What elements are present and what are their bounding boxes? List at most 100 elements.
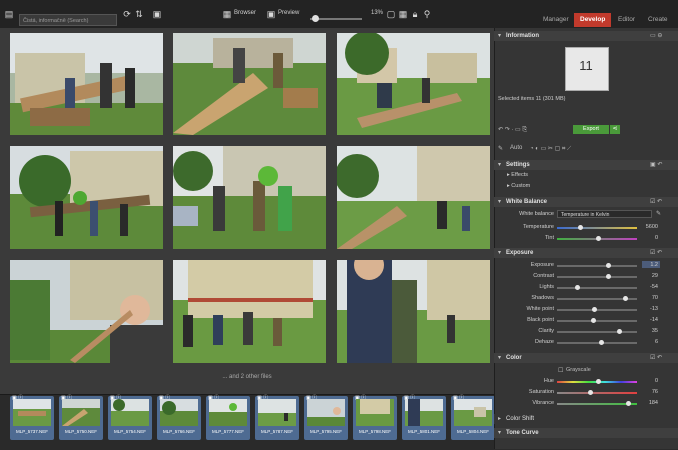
tab-manager[interactable]: Manager [537, 13, 575, 27]
filmstrip-filename: MLP_5798.NEF [358, 429, 392, 434]
filmstrip-item[interactable]: ▣ ⓘ MLP_5777.NEF [206, 395, 250, 440]
fit-icon[interactable]: ▢ [386, 9, 396, 19]
collapse-icon[interactable]: ▾ [498, 429, 501, 436]
tab-editor[interactable]: Editor [612, 13, 641, 27]
dehaze-knob[interactable] [599, 340, 604, 345]
tint-knob[interactable] [596, 236, 601, 241]
reset-icon[interactable]: ☑ ↶ [650, 198, 662, 205]
dehaze-value[interactable]: 6 [640, 339, 658, 345]
filmstrip-item[interactable]: ▣ ⓘ MLP_5766.NEF [157, 395, 201, 440]
grid-view-icon[interactable]: ▦ [398, 9, 408, 19]
hue-knob[interactable] [596, 379, 601, 384]
exposure-knob[interactable] [606, 263, 611, 268]
compare-icon[interactable]: ⚲ [422, 9, 432, 19]
eyedropper-icon[interactable]: ✎ [656, 210, 661, 217]
browser-button[interactable]: Browser [234, 10, 256, 16]
lock-icon[interactable]: 🔒︎ [410, 9, 420, 19]
photo-thumb-7[interactable] [10, 260, 163, 363]
contrast-value[interactable]: 29 [640, 273, 658, 279]
export-button[interactable]: Export [573, 125, 609, 134]
white-point-knob[interactable] [592, 307, 597, 312]
photo-thumb-5[interactable] [173, 146, 326, 249]
temperature-value[interactable]: 5600 [640, 224, 658, 230]
collapse-icon[interactable]: ▾ [498, 32, 501, 39]
saturation-value[interactable]: 76 [640, 389, 658, 395]
photo-thumb-2[interactable] [173, 33, 326, 135]
black-point-slider[interactable] [557, 320, 637, 322]
settings-effects[interactable]: ▸ Effects [507, 172, 528, 178]
settings-custom[interactable]: ▸ Custom [507, 183, 530, 189]
shadows-knob[interactable] [623, 296, 628, 301]
contrast-slider[interactable] [557, 276, 637, 278]
lights-knob[interactable] [575, 285, 580, 290]
vibrance-knob[interactable] [626, 401, 631, 406]
exposure-value[interactable]: 1.2 [640, 262, 658, 268]
contrast-knob[interactable] [606, 274, 611, 279]
browser-icon[interactable]: ▦ [222, 9, 232, 19]
filmstrip-item[interactable]: ▣ ⓘ MLP_5795.NEF [304, 395, 348, 440]
collapse-icon[interactable]: ▾ [498, 354, 501, 361]
refresh-icon[interactable]: ⟳ [122, 9, 132, 19]
section-color-shift[interactable]: Color Shift [494, 414, 678, 424]
share-icon[interactable]: ⋖ [610, 125, 620, 134]
clarity-knob[interactable] [617, 329, 622, 334]
photo-thumb-9[interactable] [337, 260, 490, 363]
photo-thumb-3[interactable] [337, 33, 490, 135]
section-tone-curve[interactable]: Tone Curve [494, 428, 678, 438]
photo-thumb-4[interactable] [10, 146, 163, 249]
filmstrip-item[interactable]: ▣ ⓘ MLP_5798.NEF [353, 395, 397, 440]
preview-icon[interactable]: ▣ [266, 9, 276, 19]
hue-value[interactable]: 0 [640, 378, 658, 384]
grayscale-checkbox[interactable]: ☐ [558, 367, 563, 374]
white-point-value[interactable]: -13 [640, 306, 658, 312]
auto-button[interactable]: Auto [510, 145, 522, 151]
clarity-value[interactable]: 35 [640, 328, 658, 334]
exposure-slider[interactable] [557, 265, 637, 267]
filmstrip-item[interactable]: ▣ ⓘ MLP_5750.NEF [59, 395, 103, 440]
toolbar-icons[interactable]: ◔ ◐ ▭ ✂ ▢ ⌗ ⟋ [530, 145, 571, 153]
reset-icon[interactable]: ☑ ↶ [650, 249, 662, 256]
temperature-slider[interactable] [557, 227, 637, 229]
vibrance-slider[interactable] [557, 403, 637, 405]
filmstrip-item[interactable]: ▣ ⓘ MLP_5787.NEF [255, 395, 299, 440]
vibrance-value[interactable]: 184 [640, 400, 658, 406]
settings-icon[interactable]: ▭ ⊖ [650, 32, 662, 39]
preview-button[interactable]: Preview [278, 10, 299, 16]
search-input[interactable]: Čistá, informačně (Search) [19, 14, 117, 26]
zoom-slider-knob[interactable] [312, 15, 319, 22]
saturation-slider[interactable] [557, 392, 637, 394]
dehaze-slider[interactable] [557, 342, 637, 344]
expand-icon[interactable]: ▸ [498, 415, 501, 422]
filmstrip-item[interactable]: ▣ ⓘ MLP_5737.NEF [10, 395, 54, 440]
black-point-value[interactable]: -14 [640, 317, 658, 323]
filmstrip-item[interactable]: ▣ ⓘ MLP_5754.NEF [108, 395, 152, 440]
tab-create[interactable]: Create [642, 13, 674, 27]
filmstrip-item[interactable]: ▣ ⓘ MLP_5801.NEF [402, 395, 446, 440]
reset-icon[interactable]: ▣ ↶ [650, 161, 662, 168]
sort-icon[interactable]: ⇅ [134, 9, 144, 19]
photo-thumb-6[interactable] [337, 146, 490, 249]
photo-thumb-8[interactable] [173, 260, 326, 363]
section-title: Tone Curve [506, 429, 539, 436]
shadows-value[interactable]: 70 [640, 295, 658, 301]
temperature-knob[interactable] [578, 225, 583, 230]
white-balance-select[interactable]: Temperature in Kelvin [557, 210, 652, 218]
collapse-icon[interactable]: ▾ [498, 198, 501, 205]
collapse-icon[interactable]: ▾ [498, 249, 501, 256]
collapse-icon[interactable]: ▾ [498, 161, 501, 168]
tab-develop[interactable]: Develop [574, 13, 612, 27]
tint-value[interactable]: 0 [640, 235, 658, 241]
photo-thumb-1[interactable] [10, 33, 163, 135]
new-folder-icon[interactable]: ▣ [152, 9, 162, 19]
tool-icons[interactable]: ✎ [498, 145, 503, 152]
filmstrip-item[interactable]: ▣ ⓘ MLP_5804.NEF [451, 395, 495, 440]
folder-icon[interactable]: ▤ [4, 9, 14, 19]
undo-icon[interactable]: ↶ ↷ · ▭ ⎘ [498, 126, 527, 134]
black-point-knob[interactable] [591, 318, 596, 323]
lights-value[interactable]: -54 [640, 284, 658, 290]
white-point-slider[interactable] [557, 309, 637, 311]
reset-icon[interactable]: ☑ ↶ [650, 354, 662, 361]
lights-slider[interactable] [557, 287, 637, 289]
clarity-slider[interactable] [557, 331, 637, 333]
saturation-knob[interactable] [588, 390, 593, 395]
